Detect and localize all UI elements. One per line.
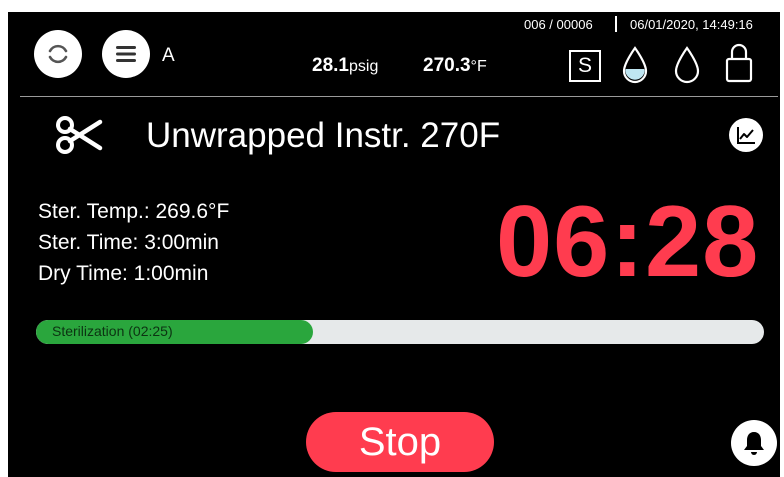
menu-button[interactable] bbox=[102, 30, 150, 78]
cycle-parameters: Ster. Temp.: 269.6°F Ster. Time: 3:00min… bbox=[38, 196, 229, 289]
pressure-value: 28.1 bbox=[312, 55, 349, 76]
ster-time-text: Ster. Time: 3:00min bbox=[38, 231, 219, 254]
header-separator bbox=[615, 16, 617, 32]
progress-bar: Sterilization (02:25) bbox=[36, 320, 764, 344]
pressure-unit: psig bbox=[348, 58, 379, 75]
refresh-icon bbox=[48, 44, 68, 64]
water-drop-icon bbox=[674, 46, 700, 84]
chart-icon bbox=[737, 127, 755, 144]
alarm-button[interactable] bbox=[731, 420, 777, 466]
temperature-unit: °F bbox=[470, 58, 487, 75]
scissors-icon bbox=[56, 116, 103, 154]
progress-label: Sterilization (02:25) bbox=[52, 323, 173, 339]
datetime: 06/01/2020, 14:49:16 bbox=[630, 17, 753, 32]
header-divider bbox=[20, 96, 778, 97]
program-title: Unwrapped Instr. 270F bbox=[146, 116, 501, 155]
stop-button[interactable]: Stop bbox=[306, 412, 494, 472]
temperature-value: 270.3 bbox=[423, 55, 471, 76]
countdown-timer: 06:28 bbox=[496, 186, 760, 298]
autoclave-screen: 006 / 00006 06/01/2020, 14:49:16 A 28.1p… bbox=[8, 12, 780, 477]
menu-icon bbox=[116, 46, 136, 62]
temperature-readout: 270.3°F bbox=[423, 55, 487, 77]
bell-icon bbox=[744, 432, 764, 455]
pressure-readout: 28.1psig bbox=[312, 55, 378, 77]
chart-button[interactable] bbox=[729, 118, 763, 152]
lock-icon bbox=[725, 43, 753, 83]
refresh-button[interactable] bbox=[34, 30, 82, 78]
mode-letter: A bbox=[162, 45, 175, 66]
cycle-counter: 006 / 00006 bbox=[524, 17, 593, 32]
status-s-indicator: S bbox=[569, 50, 601, 82]
water-level-icon bbox=[622, 46, 648, 84]
dry-time-text: Dry Time: 1:00min bbox=[38, 262, 209, 285]
ster-temp-text: Ster. Temp.: 269.6°F bbox=[38, 200, 230, 223]
